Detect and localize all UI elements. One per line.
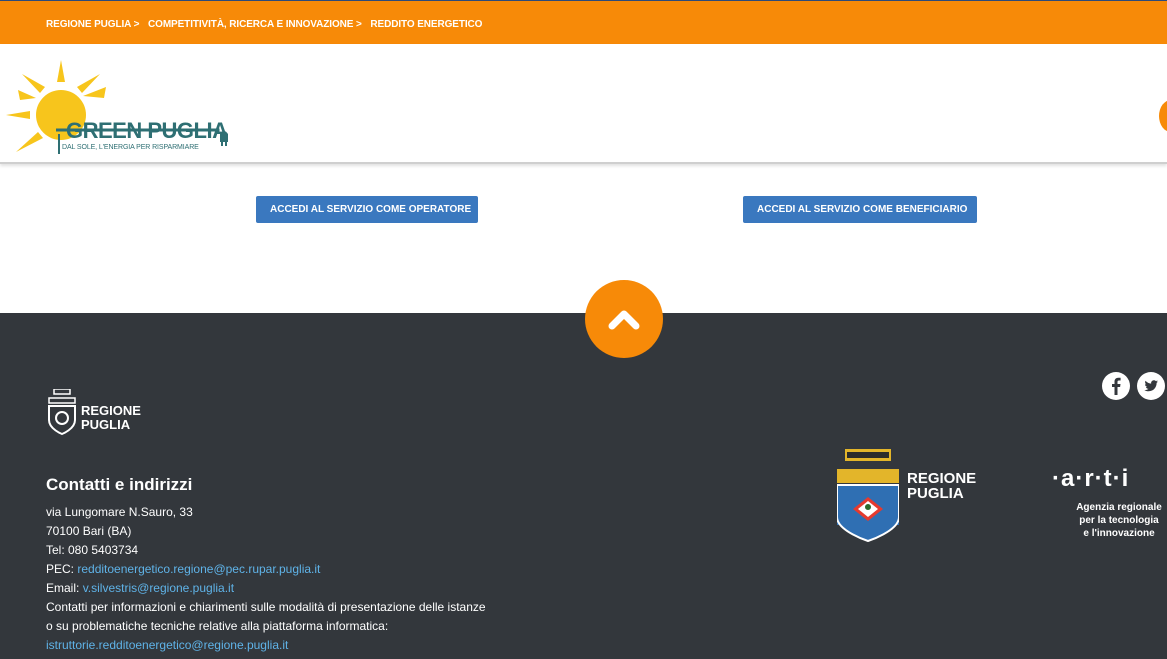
logo-subtitle: DAL SOLE, L'ENERGIA PER RISPARMIARE <box>62 144 199 151</box>
green-puglia-logo[interactable]: GREEN PUGLIA DAL SOLE, L'ENERGIA PER RIS… <box>6 60 246 160</box>
breadcrumb-regione-puglia[interactable]: REGIONE PUGLIA > <box>46 19 139 30</box>
access-operator-button[interactable]: ACCEDI AL SERVIZIO COME OPERATORE <box>256 196 478 223</box>
twitter-link[interactable] <box>1137 372 1165 400</box>
arti-subtitle-line2: per la tecnologia <box>1079 515 1159 526</box>
info-email-link[interactable]: istruttorie.redditoenergetico@regione.pu… <box>46 638 288 652</box>
regione-puglia-name-small: REGIONE PUGLIA <box>81 404 141 432</box>
region-name-line2: PUGLIA <box>81 417 131 432</box>
facebook-link[interactable] <box>1102 372 1130 400</box>
breadcrumb-competitivita[interactable]: COMPETITIVITÀ, RICERCA E INNOVAZIONE > <box>148 19 362 30</box>
region-name-large-line1: REGIONE <box>907 470 977 487</box>
arti-subtitle-line3: e l'innovazione <box>1083 528 1155 539</box>
email-label: Email: <box>46 581 80 595</box>
menu-toggle-button[interactable] <box>1159 100 1167 132</box>
email-line: Email: v.silvestris@regione.puglia.it <box>46 581 234 595</box>
info-line-2: o su problematiche tecniche relative all… <box>46 619 389 633</box>
email-link[interactable]: v.silvestris@regione.puglia.it <box>83 581 234 595</box>
top-bar: REGIONE PUGLIA > COMPETITIVITÀ, RICERCA … <box>0 0 1167 44</box>
pec-link[interactable]: redditoenergetico.regione@pec.rupar.pugl… <box>77 562 320 576</box>
twitter-icon <box>1144 380 1158 392</box>
access-beneficiary-button[interactable]: ACCEDI AL SERVIZIO COME BENEFICIARIO <box>743 196 977 223</box>
region-name-large-line2: PUGLIA <box>907 485 964 502</box>
address-street: via Lungomare N.Sauro, 33 <box>46 505 193 519</box>
regione-puglia-logo-large[interactable] <box>836 449 900 550</box>
chevron-up-icon <box>608 310 640 330</box>
site-header: GREEN PUGLIA DAL SOLE, L'ENERGIA PER RIS… <box>0 44 1167 164</box>
regione-puglia-crest-icon <box>48 388 76 436</box>
facebook-icon <box>1112 377 1121 395</box>
address-city: 70100 Bari (BA) <box>46 524 132 538</box>
arti-logo[interactable]: ·a·r·t·i <box>1052 465 1129 493</box>
pec-label: PEC: <box>46 562 75 576</box>
contacts-title: Contatti e indirizzi <box>46 475 193 494</box>
regione-puglia-coat-of-arms-icon <box>836 449 900 543</box>
arti-subtitle: Agenzia regionale per la tecnologia e l'… <box>1064 501 1167 540</box>
arti-subtitle-line1: Agenzia regionale <box>1076 502 1162 513</box>
logo-title: GREEN PUGLIA <box>66 118 228 143</box>
telephone: Tel: 080 5403734 <box>46 543 139 557</box>
breadcrumb-reddito-energetico[interactable]: REDDITO ENERGETICO <box>370 19 482 30</box>
regione-puglia-logo-small[interactable] <box>48 388 76 444</box>
scroll-top-button[interactable] <box>585 280 663 358</box>
pec-line: PEC: redditoenergetico.regione@pec.rupar… <box>46 562 320 576</box>
region-name-line1: REGIONE <box>81 403 141 418</box>
info-line-1: Contatti per informazioni e chiarimenti … <box>46 600 486 614</box>
breadcrumb: REGIONE PUGLIA > COMPETITIVITÀ, RICERCA … <box>46 19 488 30</box>
regione-puglia-name-large: REGIONE PUGLIA <box>907 471 976 501</box>
